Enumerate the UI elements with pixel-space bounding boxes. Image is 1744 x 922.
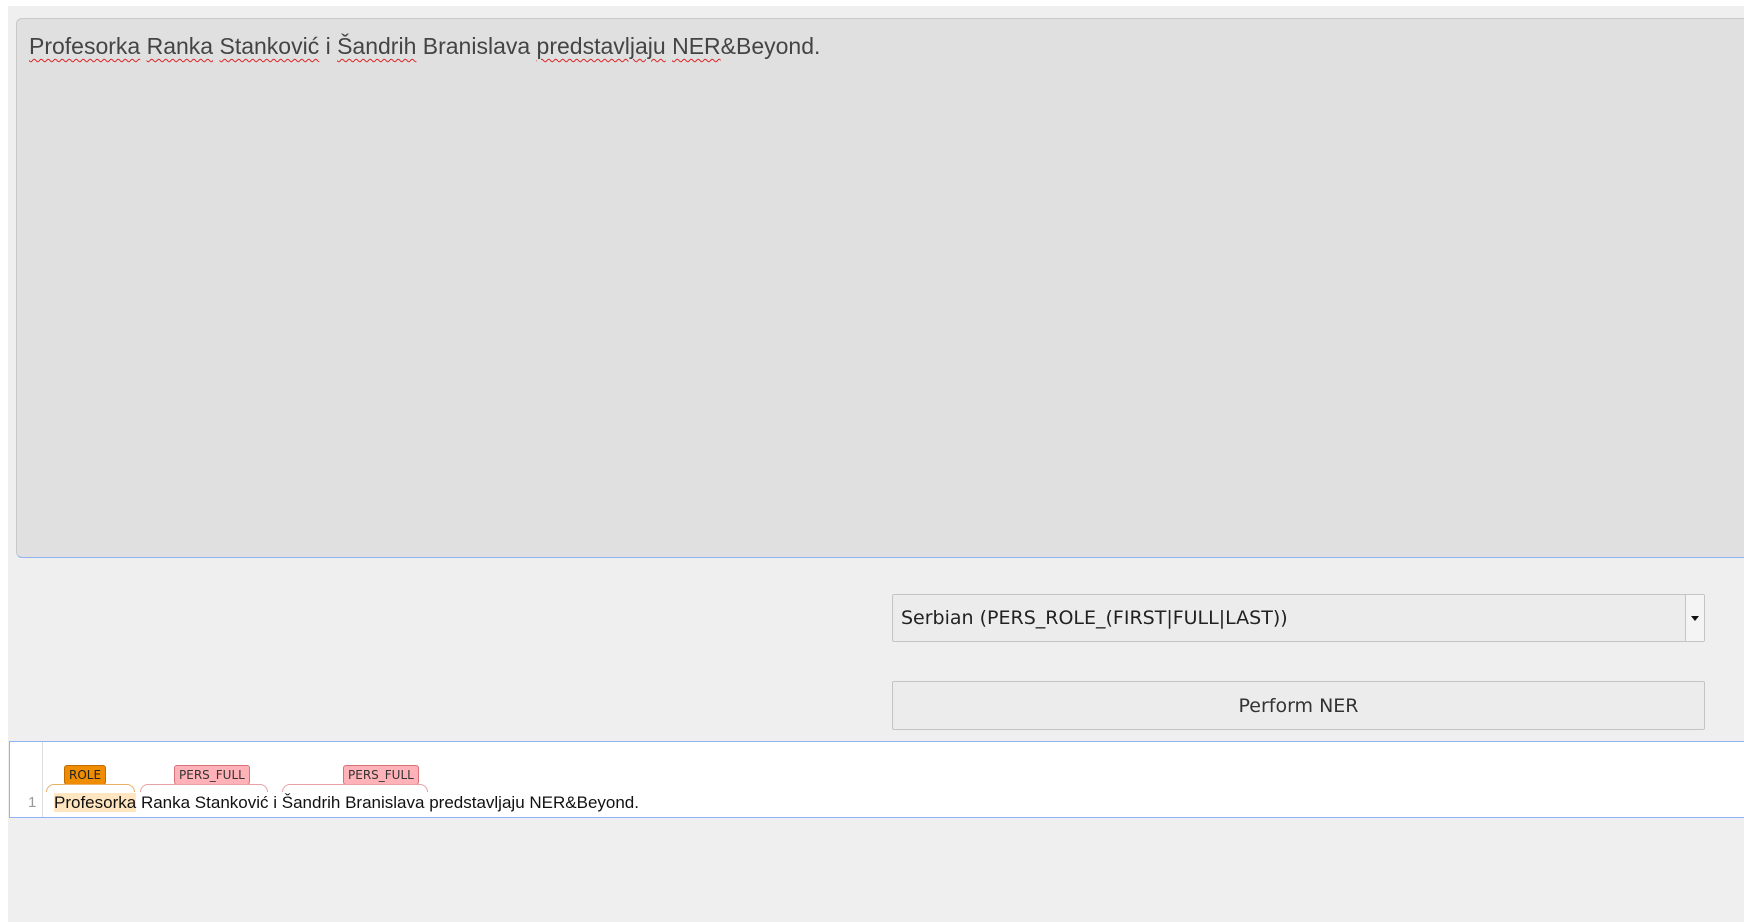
input-text-segment: i — [319, 33, 338, 59]
line-number: 1 — [28, 794, 37, 811]
entity-arc-role — [46, 784, 135, 792]
entity-span-role[interactable]: Profesorka — [54, 793, 137, 812]
text-input-area[interactable]: Profesorka Ranka Stanković i Šandrih Bra… — [16, 18, 1744, 558]
sentence-word: predstavljaju NER&Beyond. — [429, 793, 639, 812]
input-text: Profesorka Ranka Stanković i Šandrih Bra… — [29, 33, 820, 59]
sentence-word: i — [273, 793, 278, 812]
model-select-value: Serbian (PERS_ROLE_(FIRST|FULL|LAST)) — [901, 607, 1288, 629]
entity-span-pers-full[interactable]: Šandrih Branislava — [282, 793, 425, 812]
entity-arc-pers-full — [282, 784, 428, 792]
entity-tag-pers-full[interactable]: PERS_FULL — [343, 765, 419, 785]
misspelled-word: Šandrih — [337, 33, 417, 59]
misspelled-word: Stanković — [219, 33, 320, 59]
chevron-down-icon — [1691, 615, 1699, 621]
input-text-segment: &Beyond. — [720, 33, 821, 59]
misspelled-word: Ranka — [146, 33, 214, 59]
misspelled-word: NER — [672, 33, 721, 59]
misspelled-word: predstavljaju — [536, 33, 666, 59]
entity-arc-pers-full — [140, 784, 268, 792]
entity-span-pers-full[interactable]: Ranka Stanković — [141, 793, 269, 812]
annotated-sentence: Profesorka Ranka Stanković i Šandrih Bra… — [54, 793, 639, 813]
perform-ner-button[interactable]: Perform NER — [892, 681, 1705, 730]
model-select[interactable]: Serbian (PERS_ROLE_(FIRST|FULL|LAST)) — [892, 594, 1705, 642]
input-text-segment: Branislava — [416, 33, 537, 59]
misspelled-word: Profesorka — [29, 33, 141, 59]
ner-result-panel: 1 ROLE PERS_FULL PERS_FULL Profesorka Ra… — [9, 741, 1744, 818]
entity-tag-pers-full[interactable]: PERS_FULL — [174, 765, 250, 785]
entity-tag-role[interactable]: ROLE — [64, 765, 107, 785]
dropdown-button[interactable] — [1685, 595, 1704, 641]
